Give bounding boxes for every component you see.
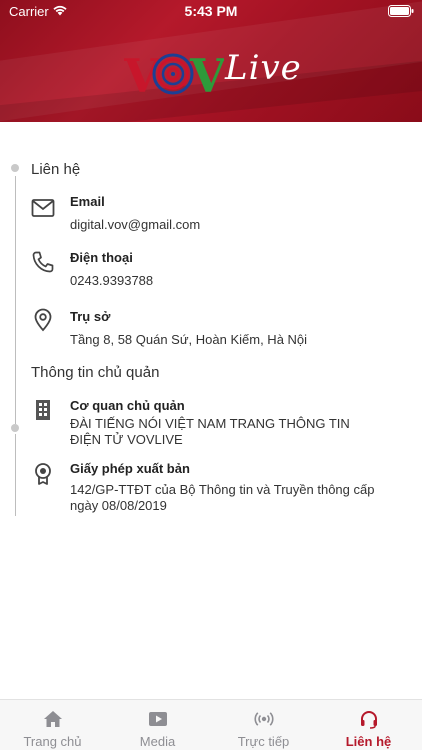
agency-value: ĐÀI TIẾNG NÓI VIỆT NAM TRANG THÔNG TIN Đ… [70,416,350,447]
office-label: Trụ sở [70,309,111,324]
license-label: Giấy phép xuất bản [70,461,190,476]
tab-media[interactable]: Media [105,700,210,750]
tab-bar: Trang chủ Media Trực tiếp Liên hệ [0,699,422,750]
battery-icon [388,5,414,17]
clock-label: 5:43 PM [184,3,238,19]
tab-contact[interactable]: Liên hệ [316,700,421,750]
headset-icon [361,711,377,729]
play-icon [149,712,167,726]
app-header: Carrier 5:43 PM V V Live [0,0,422,122]
tab-media-label: Media [139,734,176,749]
tab-live-label: Trực tiếp [237,734,290,749]
phone-icon [32,251,54,273]
svg-text:V: V [189,49,224,100]
email-label: Email [70,194,105,209]
tab-home[interactable]: Trang chủ [0,700,105,750]
email-value[interactable]: digital.vov@gmail.com [70,217,390,233]
building-icon [36,400,50,420]
phone-item[interactable]: Điện thoại 0243.9393788 [0,250,422,290]
logo-live-text: Live [225,48,302,88]
contact-section-title: Liên hệ [31,161,81,178]
broadcast-icon [254,712,274,726]
tab-live[interactable]: Trực tiếp [211,700,316,750]
email-item[interactable]: Email digital.vov@gmail.com [0,194,422,234]
mail-icon [31,199,55,217]
certificate-badge-icon [35,463,51,485]
license-value: 142/GP-TTĐT của Bộ Thông tin và Truyền t… [70,482,375,513]
office-item[interactable]: Trụ sở Tầng 8, 58 Quán Sứ, Hoàn Kiếm, Hà… [0,308,422,349]
office-value: Tầng 8, 58 Quán Sứ, Hoàn Kiếm, Hà Nội [70,332,308,347]
contact-content: Liên hệ Email digital.vov@gmail.com Điện… [0,122,422,699]
agency-item: Cơ quan chủ quản ĐÀI TIẾNG NÓI VIỆT NAM … [0,398,422,448]
timeline-dot [11,164,19,172]
tab-contact-label: Liên hệ [345,734,392,749]
location-pin-icon [34,308,52,332]
home-icon [44,711,62,727]
license-item: Giấy phép xuất bản 142/GP-TTĐT của Bộ Th… [0,461,422,513]
agency-label: Cơ quan chủ quản [70,398,185,413]
phone-label: Điện thoại [70,250,133,265]
status-bar: Carrier 5:43 PM [0,0,422,22]
vov-logo-mark: V V [123,49,227,103]
phone-value[interactable]: 0243.9393788 [70,273,390,289]
owner-section-title: Thông tin chủ quản [31,364,160,381]
tab-home-label: Trang chủ [23,734,82,749]
vov-live-logo: V V Live [123,48,304,103]
